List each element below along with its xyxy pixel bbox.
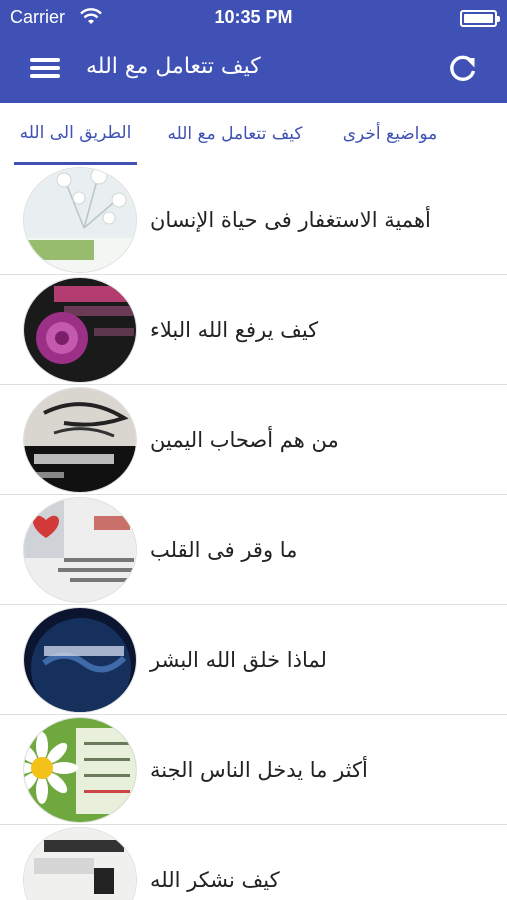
list-item-text: ما وقر فى القلب — [150, 538, 298, 562]
hamburger-icon — [30, 58, 60, 62]
heart-image — [23, 497, 137, 603]
battery-icon — [460, 10, 500, 27]
tab-path-to-god[interactable]: الطريق الى الله — [14, 103, 137, 165]
purple-rose-image — [23, 277, 137, 383]
tab-other-topics[interactable]: مواضيع أخرى — [330, 103, 450, 165]
list-item-text: كيف يرفع الله البلاء — [150, 318, 319, 342]
list-item-title: كيف نشكر الله — [150, 825, 487, 900]
list-item-text: لماذا خلق الله البشر — [150, 648, 327, 672]
topic-list: أهمية الاستغفار فى حياة الإنسان كيف يرفع… — [0, 165, 507, 900]
list-item[interactable]: أهمية الاستغفار فى حياة الإنسان — [0, 165, 507, 275]
list-item[interactable]: كيف نشكر الله — [0, 825, 507, 900]
hamburger-line — [30, 66, 60, 70]
text-image — [23, 827, 137, 900]
list-item-text: كيف نشكر الله — [150, 868, 280, 892]
hamburger-line — [30, 74, 60, 78]
page-title: كيف تتعامل مع الله — [86, 54, 261, 79]
list-item[interactable]: كيف يرفع الله البلاء — [0, 275, 507, 385]
app-bar: كيف تتعامل مع الله — [0, 36, 507, 103]
refresh-icon[interactable] — [447, 52, 479, 84]
tab-bar: مواضيع أخرى كيف تتعامل مع الله الطريق ال… — [0, 103, 507, 165]
list-item-title: لماذا خلق الله البشر — [150, 605, 487, 715]
earth-image — [23, 607, 137, 713]
status-bar: Carrier 10:35 PM — [0, 0, 507, 36]
tab-deal-with-god[interactable]: كيف تتعامل مع الله — [160, 103, 310, 165]
menu-button[interactable] — [30, 56, 60, 80]
clock: 10:35 PM — [214, 7, 293, 27]
list-item-title: من هم أصحاب اليمين — [150, 385, 487, 495]
list-item[interactable]: أكثر ما يدخل الناس الجنة — [0, 715, 507, 825]
list-item[interactable]: لماذا خلق الله البشر — [0, 605, 507, 715]
daisy-image — [23, 717, 137, 823]
calligraphy-image — [23, 387, 137, 493]
list-item-title: أكثر ما يدخل الناس الجنة — [150, 715, 487, 825]
list-item-title: أهمية الاستغفار فى حياة الإنسان — [150, 165, 487, 275]
list-item[interactable]: من هم أصحاب اليمين — [0, 385, 507, 495]
list-item-text: أهمية الاستغفار فى حياة الإنسان — [150, 208, 431, 232]
header: Carrier 10:35 PM كيف تتعامل مع الله — [0, 0, 507, 103]
list-item-text: من هم أصحاب اليمين — [150, 428, 339, 452]
list-item-title: ما وقر فى القلب — [150, 495, 487, 605]
list-item-text: أكثر ما يدخل الناس الجنة — [150, 758, 368, 782]
list-item[interactable]: ما وقر فى القلب — [0, 495, 507, 605]
flowers-image — [23, 167, 137, 273]
list-item-title: كيف يرفع الله البلاء — [150, 275, 487, 385]
